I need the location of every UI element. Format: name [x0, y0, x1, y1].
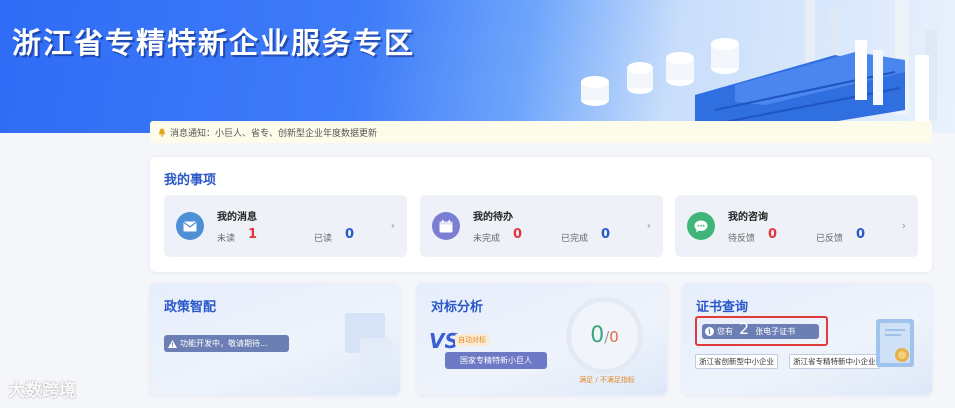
ring-value: 0/0	[571, 323, 638, 348]
calendar-icon	[432, 212, 460, 240]
stat-label: 待反馈	[728, 234, 756, 244]
stat-label: 已完成	[561, 234, 589, 244]
chat-bubble-icon	[687, 212, 715, 240]
chevron-right-icon: ›	[901, 219, 906, 232]
my-messages-item[interactable]: 我的消息 未读 1 已读 0 ›	[164, 195, 407, 257]
status-badge: 功能开发中，敬请期待...	[164, 335, 289, 352]
stat-value: 0	[601, 227, 611, 242]
policy-matching-card[interactable]: 政策智配 功能开发中，敬请期待...	[150, 283, 400, 395]
chevron-right-icon: ›	[646, 219, 651, 232]
page: 浙江省专精特新企业服务专区 消息通知：小巨人、省专、创新型企业年度数据更新 我的…	[0, 0, 955, 408]
notice-bar[interactable]: 消息通知：小巨人、省专、创新型企业年度数据更新	[150, 121, 932, 143]
stat-label: 未完成	[473, 234, 501, 244]
stat-label: 已读	[314, 234, 333, 244]
certificate-query-card[interactable]: 证书查询 i 您有 2 张电子证书 浙江省创新型中小企业 浙江省专精特新中小企业	[682, 283, 932, 395]
stat-value: 0	[345, 227, 355, 242]
decoration	[360, 338, 392, 383]
my-todo-item[interactable]: 我的待办 未完成 0 已完成 0 ›	[420, 195, 663, 257]
ring-caption: 满足 / 不满足指标	[579, 376, 635, 384]
notice-text: 消息通知：小巨人、省专、创新型企业年度数据更新	[170, 128, 378, 139]
my-items-card: 我的事项 我的消息 未读 1 已读 0 › 我的待办 未完成 0 已完成 0 ›	[150, 157, 932, 272]
policy-status-text: 功能开发中，敬请期待...	[180, 339, 268, 348]
item-name: 我的待办	[473, 212, 513, 223]
cert-prefix: 您有	[717, 327, 733, 336]
stat-value: 0	[768, 227, 778, 242]
chevron-right-icon: ›	[390, 219, 395, 232]
policy-matching-title: 政策智配	[164, 300, 217, 315]
enterprise-tag[interactable]: 浙江省专精特新中小企业	[789, 354, 880, 369]
header-banner: 浙江省专精特新企业服务专区	[0, 0, 955, 133]
benchmark-target-pill[interactable]: 国家专精特新小巨人	[445, 352, 547, 369]
item-name: 我的消息	[217, 212, 257, 223]
stat-value: 1	[248, 227, 258, 242]
stat-label: 未读	[217, 234, 236, 244]
met-count: 0	[590, 323, 605, 348]
certificate-count-pill[interactable]: i 您有 2 张电子证书	[702, 319, 819, 339]
benchmark-title: 对标分析	[431, 300, 484, 315]
cert-suffix: 张电子证书	[755, 327, 796, 336]
benchmark-analysis-card[interactable]: 对标分析 VS 自动对标 国家专精特新小巨人 0/0 满足 / 不满足指标	[417, 283, 667, 395]
unmet-count: 0	[609, 328, 619, 346]
mail-icon	[176, 212, 204, 240]
auto-benchmark-tag: 自动对标	[455, 334, 489, 346]
certificate-icon	[876, 319, 914, 367]
stat-value: 0	[513, 227, 523, 242]
factory-illustration	[581, 0, 937, 133]
info-icon: i	[705, 327, 714, 336]
enterprise-tag[interactable]: 浙江省创新型中小企业	[695, 354, 778, 369]
cert-count: 2	[739, 319, 750, 338]
bell-icon	[159, 128, 165, 137]
warning-icon	[168, 339, 177, 348]
stat-value: 0	[856, 227, 866, 242]
item-name: 我的咨询	[728, 212, 768, 223]
my-items-title: 我的事项	[164, 173, 217, 188]
banner-title: 浙江省专精特新企业服务专区	[12, 26, 416, 60]
stat-label: 已反馈	[816, 234, 844, 244]
certificate-title: 证书查询	[696, 300, 749, 315]
my-consultations-item[interactable]: 我的咨询 待反馈 0 已反馈 0 ›	[675, 195, 918, 257]
watermark: 大数跨境	[8, 376, 76, 401]
certificate-count-highlight: i 您有 2 张电子证书	[695, 316, 828, 346]
progress-ring: 0/0	[566, 297, 643, 374]
watermark-text: 大数跨境	[8, 381, 76, 401]
